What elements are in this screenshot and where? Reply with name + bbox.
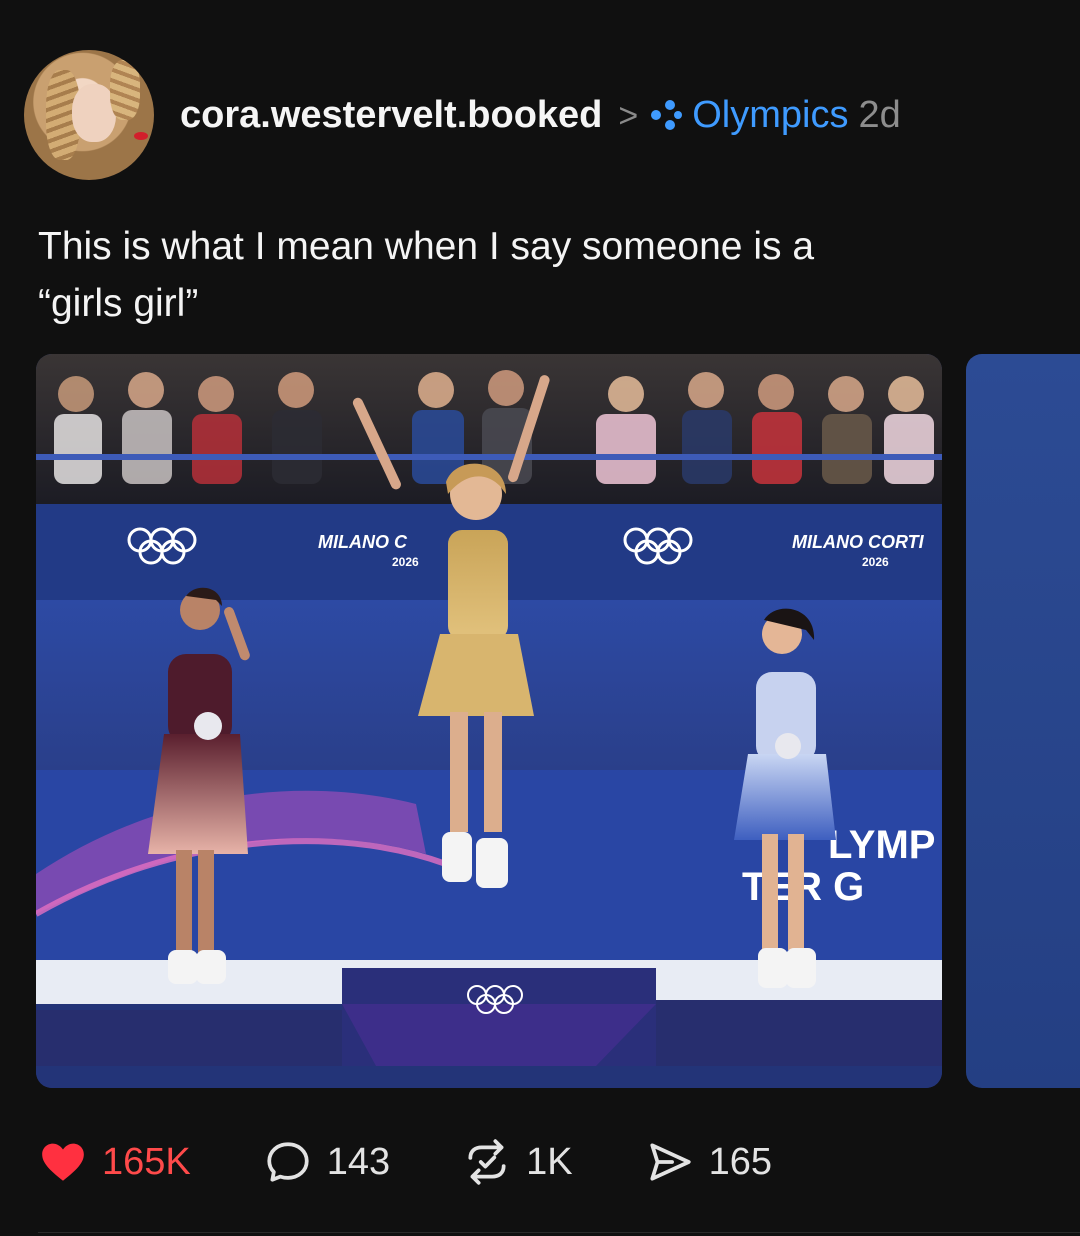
topic-link[interactable]: Olympics <box>692 94 848 137</box>
banner-right-text: MILANO CORTI <box>792 532 925 552</box>
banner-left-text: MILANO C <box>318 532 408 552</box>
post-divider <box>38 1232 1080 1233</box>
send-icon <box>650 1143 691 1181</box>
like-button[interactable]: 165K <box>38 1137 191 1187</box>
chevron-right-icon: > <box>618 96 639 135</box>
next-photo-preview[interactable] <box>966 354 1080 1088</box>
reply-button[interactable]: 143 <box>263 1137 390 1187</box>
share-button[interactable]: 165 <box>645 1137 772 1187</box>
reply-count: 143 <box>326 1140 391 1183</box>
post-text: This is what I mean when I say someone i… <box>38 218 1038 332</box>
post-age: 2d <box>858 93 901 136</box>
share-count: 165 <box>708 1140 773 1183</box>
like-count: 165K <box>102 1140 191 1183</box>
post-text-line: This is what I mean when I say someone i… <box>38 225 815 268</box>
board-line-1: LYMP <box>828 823 935 867</box>
repost-icon <box>468 1139 506 1185</box>
repost-count: 1K <box>526 1140 573 1183</box>
post-meta: cora.westervelt.booked > Olympics 2d <box>180 94 901 137</box>
avatar[interactable] <box>24 50 154 180</box>
comment-bubble-icon <box>267 1142 309 1182</box>
post-photo[interactable]: MILANO C 2026 MILANO CORTI 2026 LYMP TER… <box>36 354 942 1088</box>
podium-photo: MILANO C 2026 MILANO CORTI 2026 LYMP TER… <box>36 354 942 1088</box>
post-text-line: “girls girl” <box>38 282 199 325</box>
banner-right-year: 2026 <box>862 555 889 569</box>
banner-left-year: 2026 <box>392 555 419 569</box>
post-header: cora.westervelt.booked > Olympics 2d <box>24 48 1040 182</box>
repost-button[interactable]: 1K <box>462 1137 573 1187</box>
community-dots-icon <box>651 100 683 130</box>
username-link[interactable]: cora.westervelt.booked <box>180 94 602 137</box>
heart-filled-icon <box>42 1143 84 1181</box>
action-bar: 165K 143 1K 165 <box>38 1134 844 1190</box>
